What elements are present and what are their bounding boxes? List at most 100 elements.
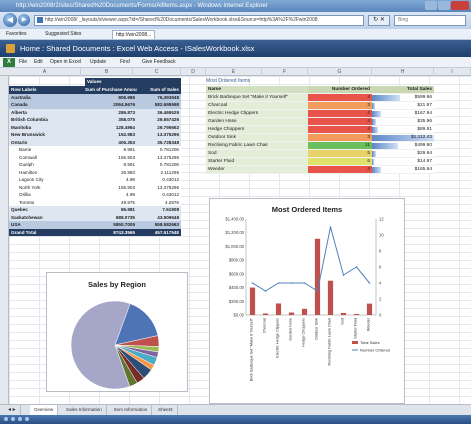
pivot-row[interactable]: Barrie 8.991 0.781206 [9,146,181,154]
point-number-ordered[interactable] [342,274,345,276]
file-menu[interactable]: File [17,58,29,67]
sheet-tab-item-information[interactable]: Item Information [110,405,153,415]
pivot-row-label: Ontario [11,139,28,145]
point-number-ordered[interactable] [290,282,293,284]
item-number-ordered: 11 [308,142,372,149]
column-header[interactable]: F [262,68,308,76]
pivot-row[interactable]: Lagoon City 4.99 0.43012 [9,176,181,184]
column-header[interactable]: B [81,68,133,76]
open-in-excel-button[interactable]: Open in Excel [48,58,83,67]
pivot-row[interactable]: Hamilton 25.993 2.111296 [9,168,181,176]
pivot-row-value: 4.99 [126,192,135,197]
pivot-row-label: Manitoba [11,124,32,130]
pivot-row[interactable]: Alberta 286.873 36.465529 [9,108,181,116]
pivot-row[interactable]: North York 155.903 13.375296 [9,183,181,191]
sheet-tab-sheet3[interactable]: Sheet3 [154,405,178,415]
pivot-row[interactable]: Ontario 405.353 35.728348 [9,138,181,146]
forward-arrow-icon[interactable]: ▶ [18,14,30,26]
update-button[interactable]: Update [88,58,108,67]
pivot-table[interactable]: Values Row Labels Sum of Purchase Amount… [9,78,181,236]
maximize-button[interactable] [438,1,450,10]
sheet-tab-sales-information[interactable]: Sales Information [62,405,107,415]
close-button[interactable] [451,1,469,10]
ordered-item-row[interactable]: Weeder 4 $165.94 [206,166,434,174]
point-number-ordered[interactable] [329,226,332,228]
column-header[interactable]: D [181,68,206,76]
ordered-item-row[interactable]: Sod 5 $29.94 [206,150,434,158]
pivot-row[interactable]: Saskatchewan 688.0735 43.909648 [9,213,181,221]
sales-by-region-chart[interactable]: Sales by Region [46,272,188,392]
ordered-item-row[interactable]: Hedge Choppers 4 $89.91 [206,126,434,134]
item-total-sales: $499.90 [372,142,434,149]
ordered-items-table[interactable]: Name Number Ordered Total Sales Brick Ba… [206,86,434,174]
pivot-row[interactable]: Cornwall 155.903 13.375296 [9,153,181,161]
bar-total-sales[interactable] [366,303,373,315]
pivot-row[interactable]: Orillia 4.99 0.43012 [9,191,181,199]
bar-total-sales[interactable] [288,312,295,315]
bar-total-sales[interactable] [314,238,321,315]
bar-total-sales[interactable] [275,303,282,315]
x-category-label: Garden Hose [289,318,293,341]
pivot-row-value: 49.975 [120,199,135,205]
y2-tick-label: 12 [379,217,384,222]
pivot-row[interactable]: Canada 2064.5676 582.695598 [9,101,181,109]
pivot-grand-total: Grand Total 8743.3565 457.517548 [9,228,181,236]
pivot-row[interactable]: New Brunswick 152.983 13.375296 [9,131,181,139]
browser-tab[interactable]: http://win2008... [112,30,156,39]
column-header[interactable]: A [9,68,81,76]
bar-total-sales[interactable] [301,308,308,315]
pivot-row[interactable]: USA 5850.7005 558.582663 [9,221,181,229]
column-header[interactable]: E [206,68,262,76]
suggested-sites-link[interactable]: Suggested Sites [42,30,84,39]
pivot-row[interactable]: Quebec 86.981 7.61908 [9,206,181,214]
point-number-ordered[interactable] [264,290,267,292]
ordered-item-row[interactable]: Starter Fluid 6 $14.97 [206,158,434,166]
column-header[interactable]: H [372,68,434,76]
pivot-row[interactable]: British Columbia 358.075 26.657426 [9,116,181,124]
ordered-item-row[interactable]: Outdoor Sink 3 $1,112.43 [206,134,434,142]
pivot-row[interactable]: Guelph 8.991 0.781206 [9,161,181,169]
minimize-button[interactable] [425,1,437,10]
x-category-label: Weeder [367,317,371,331]
back-arrow-icon[interactable]: ◀ [3,13,17,27]
ordered-item-row[interactable]: Brick Barbeque Set "Make it Yourself" 4 $5… [206,94,434,102]
sheet-tab-overview[interactable]: Overview [30,405,59,415]
point-number-ordered[interactable] [303,282,306,284]
column-header[interactable]: C [133,68,181,76]
point-number-ordered[interactable] [368,282,371,284]
point-number-ordered[interactable] [316,290,319,292]
point-number-ordered[interactable] [251,282,254,284]
give-feedback-button[interactable]: Give Feedback [140,58,178,67]
favorites-button[interactable]: Favorites [3,30,30,39]
url-input[interactable]: http://win2008/ _layouts/xlviewer.aspx?i… [34,15,364,26]
item-name: Garden Hose [206,118,308,125]
y2-tick-label: 0 [379,313,382,318]
edit-button[interactable]: Edit [32,58,45,67]
pivot-row[interactable]: Australia 806.986 76,393948 [9,93,181,101]
pivot-row[interactable]: Toronto 49.975 4.2876 [9,198,181,206]
line-number-ordered[interactable] [252,226,370,292]
point-number-ordered[interactable] [277,282,280,284]
ordered-item-row[interactable]: Electric Hedge Clippers 4 $167.94 [206,110,434,118]
pivot-row-value: 5850.7005 [113,222,135,227]
pivot-row-value: 29.795652 [157,124,179,130]
point-number-ordered[interactable] [355,266,358,268]
refresh-button[interactable]: ↻ ✕ [368,15,390,26]
ordered-item-row[interactable]: Reclining Fabric Lawn Chair 11 $499.90 [206,142,434,150]
ordered-item-row[interactable]: Garden Hose 4 $35.96 [206,118,434,126]
column-header[interactable]: I [434,68,471,76]
find-button[interactable]: Find [118,58,132,67]
data-bar [372,143,399,149]
pivot-row[interactable]: Manitoba 128.4964 29.795652 [9,123,181,131]
bar-total-sales[interactable] [327,280,334,315]
bar-total-sales[interactable] [340,312,347,315]
bar-total-sales[interactable] [353,313,360,315]
most-ordered-items-chart[interactable]: Most Ordered Items $0.00 $200.00 $400.00 $6… [209,198,405,404]
column-header[interactable]: G [308,68,372,76]
bar-total-sales[interactable] [262,313,269,315]
pivot-row-value: 86.981 [120,207,135,212]
sheet-nav-icon[interactable]: ◂ ▸ [4,405,21,415]
ordered-item-row[interactable]: Charcoal 3 $21.97 [206,102,434,110]
bar-total-sales[interactable] [249,287,256,315]
search-input[interactable]: Bing [394,15,466,26]
